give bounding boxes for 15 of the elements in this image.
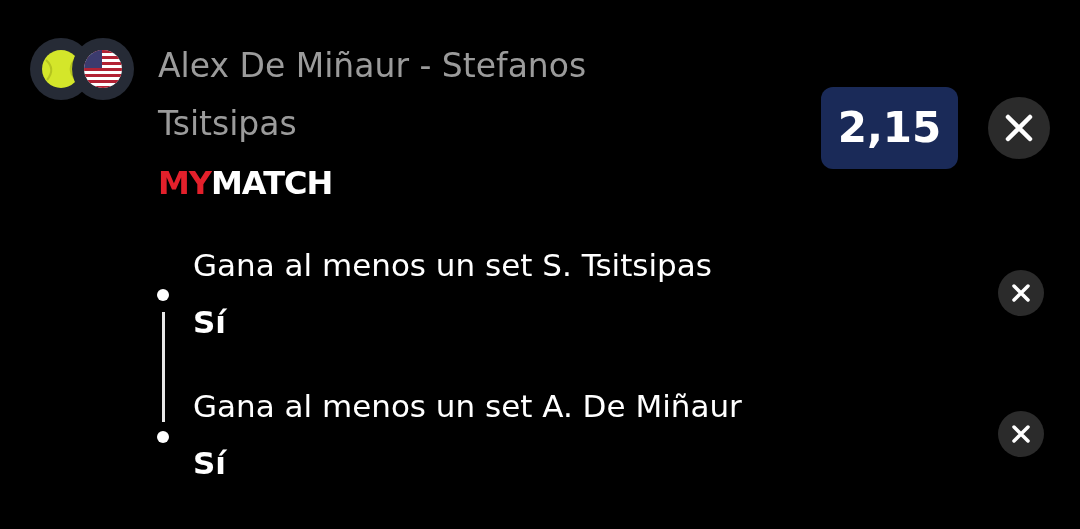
selection-pick: Sí <box>193 444 228 483</box>
selection-pick: Sí <box>193 303 228 342</box>
remove-button[interactable] <box>998 270 1044 316</box>
timeline-dot <box>157 431 169 443</box>
odds-button[interactable]: 2,15 <box>821 87 958 169</box>
market-name: Gana al menos un set A. De Miñaur <box>193 387 743 426</box>
brand-logo: MYMATCH <box>158 165 333 201</box>
us-flag-icon <box>72 38 134 100</box>
match-title: Alex De Miñaur - Stefanos Tsitsipas <box>158 45 588 145</box>
close-icon <box>1011 424 1031 444</box>
close-icon <box>1004 113 1034 143</box>
timeline-dot <box>157 289 169 301</box>
close-icon <box>1011 283 1031 303</box>
remove-button[interactable] <box>998 411 1044 457</box>
market-name: Gana al menos un set S. Tsitsipas <box>193 246 713 285</box>
